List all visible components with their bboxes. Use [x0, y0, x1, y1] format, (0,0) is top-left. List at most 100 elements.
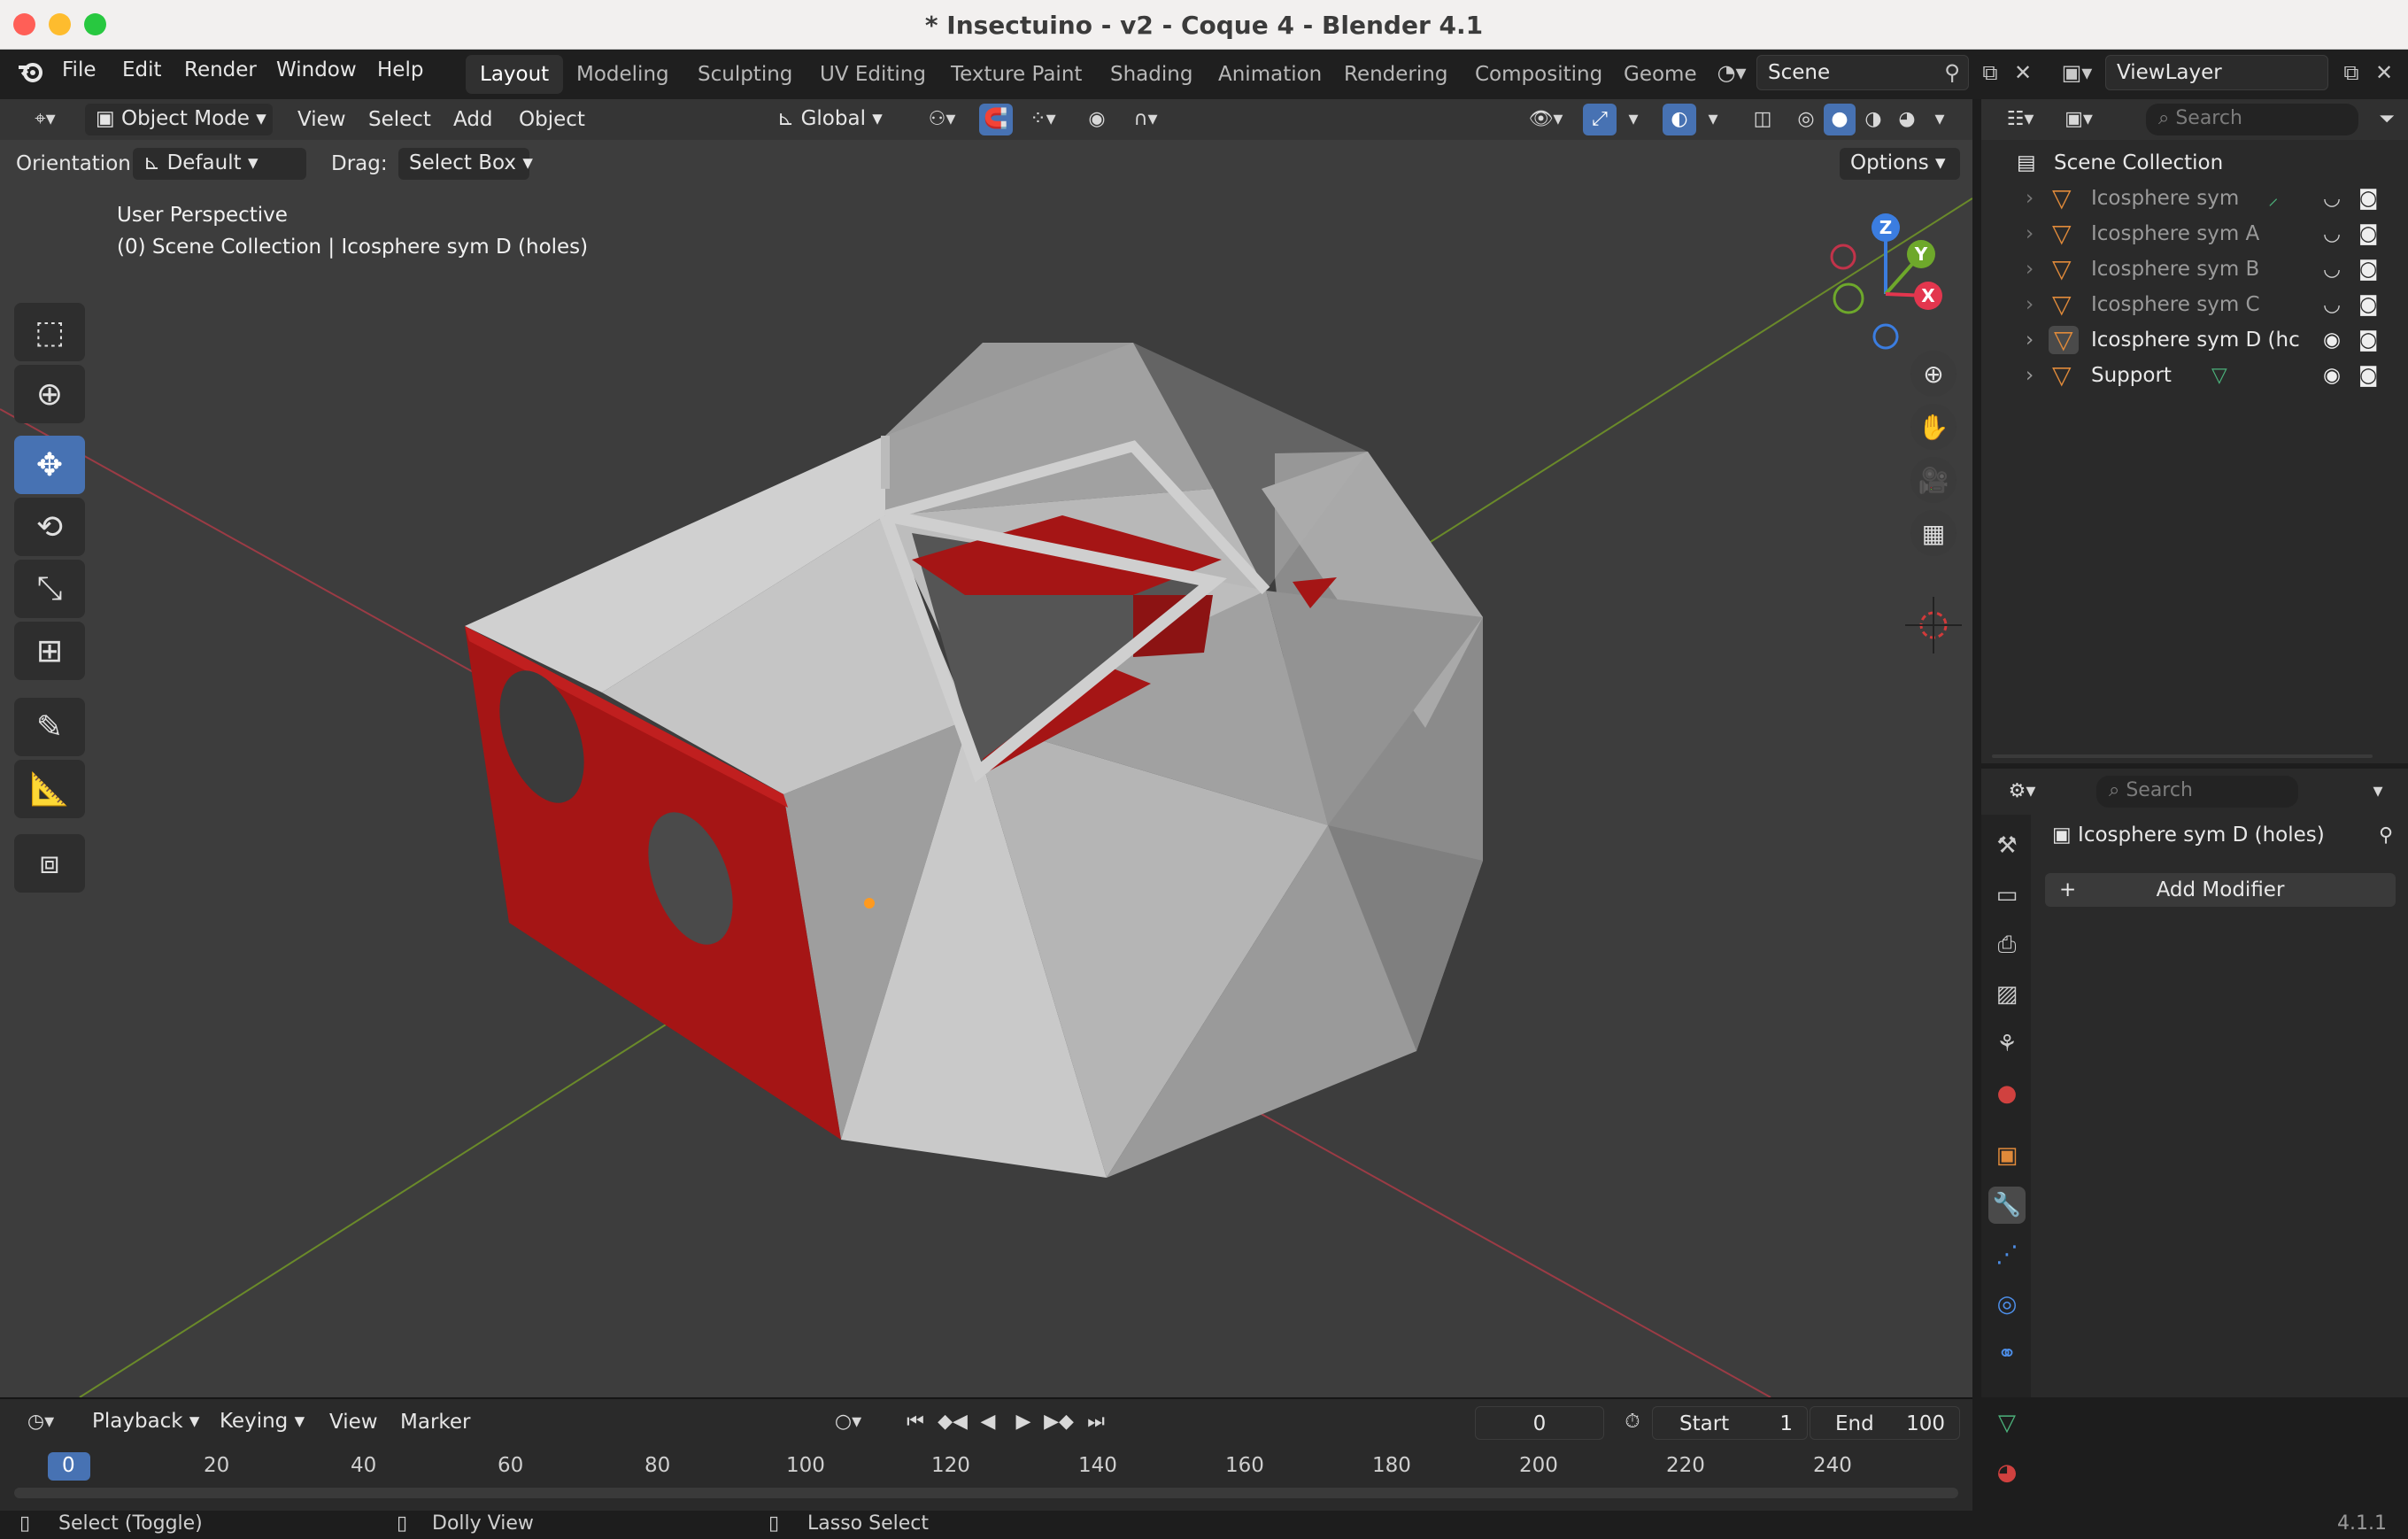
chevron-right-icon[interactable]: ›	[2026, 322, 2034, 358]
physics-tab-icon[interactable]: ◎	[1988, 1286, 2026, 1323]
delete-scene-icon[interactable]: ✕	[2010, 55, 2036, 90]
outliner-item-icosphere-sym[interactable]: › ▽ Icosphere sym ⸝ ◡ ◙	[1981, 181, 2408, 216]
drag-dropdown[interactable]: Select Box ▾	[398, 148, 533, 180]
play-icon[interactable]: ▶	[1007, 1406, 1039, 1438]
render-tab-icon[interactable]: ▭	[1988, 877, 2026, 914]
tab-sculpting[interactable]: Sculpting	[683, 55, 807, 94]
transform-tool-icon[interactable]: ⊞	[14, 622, 85, 680]
object-data-tab-icon[interactable]: ▽	[1988, 1404, 2026, 1442]
chevron-down-icon[interactable]: ▾	[1926, 104, 1953, 135]
viewport-menu-view[interactable]: View	[297, 108, 346, 131]
outliner-search-input[interactable]: ⌕ Search	[2146, 104, 2358, 135]
menu-help[interactable]: Help	[377, 58, 423, 81]
hidden-eye-icon[interactable]: ◡	[2323, 181, 2341, 216]
hidden-eye-icon[interactable]: ◡	[2323, 287, 2341, 322]
chevron-down-icon[interactable]: ▾	[1620, 104, 1647, 135]
particles-tab-icon[interactable]: ⋰	[1988, 1236, 2026, 1273]
camera-render-icon[interactable]: ◙	[2358, 181, 2378, 216]
editor-type-icon[interactable]: ⌖▾	[18, 104, 73, 135]
rendered-shading-icon[interactable]: ◕	[1891, 104, 1923, 135]
outliner-item-icosphere-sym-d[interactable]: › ▽ Icosphere sym D (hc ◉ ◙	[1981, 322, 2408, 358]
camera-render-icon[interactable]: ◙	[2358, 216, 2378, 251]
menu-file[interactable]: File	[62, 58, 96, 81]
properties-search-input[interactable]: ⌕ Search	[2096, 776, 2298, 808]
measure-tool-icon[interactable]: 📐	[14, 760, 85, 818]
3d-viewport[interactable]: ⌖▾ ▣ Object Mode ▾ View Select Add Objec…	[0, 99, 1972, 1397]
mode-dropdown[interactable]: ▣ Object Mode ▾	[85, 104, 273, 135]
tab-geometry-nodes[interactable]: Geome	[1609, 55, 1711, 94]
transform-orientation-dropdown[interactable]: ⊾ Global ▾	[767, 104, 901, 135]
output-tab-icon[interactable]: ⎙	[1988, 926, 2026, 963]
xray-toggle-icon[interactable]: ◫	[1746, 104, 1779, 135]
add-modifier-button[interactable]: + Add Modifier	[2045, 873, 2396, 907]
chevron-right-icon[interactable]: ›	[2026, 251, 2034, 287]
outliner-scene-collection[interactable]: ▤ Scene Collection	[1981, 145, 2408, 181]
outliner-item-icosphere-sym-a[interactable]: › ▽ Icosphere sym A ◡ ◙	[1981, 216, 2408, 251]
timeline-menu-view[interactable]: View	[329, 1411, 378, 1434]
move-tool-icon[interactable]: ✥	[14, 436, 85, 494]
next-keyframe-icon[interactable]: ▶◆	[1041, 1406, 1077, 1438]
delete-view-layer-icon[interactable]: ✕	[2369, 55, 2399, 90]
modifier-tab-icon[interactable]: 🔧	[1988, 1187, 2026, 1224]
eye-icon[interactable]: ◉	[2323, 358, 2341, 393]
outliner-item-support[interactable]: › ▽ Support ▽ ◉ ◙	[1981, 358, 2408, 393]
scene-tab-icon[interactable]: ⚘	[1988, 1025, 2026, 1063]
hidden-eye-icon[interactable]: ◡	[2323, 251, 2341, 287]
navigation-gizmo[interactable]: Z Y X	[1806, 205, 1965, 365]
perspective-toggle-icon[interactable]: ▦	[1910, 510, 1956, 556]
new-scene-icon[interactable]: ⧉	[1972, 55, 2008, 90]
object-tab-icon[interactable]: ▣	[1988, 1137, 2026, 1174]
menu-render[interactable]: Render	[184, 58, 257, 81]
zoom-icon[interactable]: ⊕	[1910, 351, 1956, 397]
overlays-toggle-icon[interactable]: ◐	[1663, 104, 1696, 135]
rotate-tool-icon[interactable]: ⟲	[14, 498, 85, 556]
jump-end-icon[interactable]: ⏭	[1080, 1406, 1112, 1438]
outliner-item-icosphere-sym-b[interactable]: › ▽ Icosphere sym B ◡ ◙	[1981, 251, 2408, 287]
camera-render-icon[interactable]: ◙	[2358, 251, 2378, 287]
tab-shading[interactable]: Shading	[1096, 55, 1207, 94]
wireframe-shading-icon[interactable]: ◎	[1790, 104, 1822, 135]
scene-selector-icon[interactable]: ◔▾	[1709, 55, 1755, 90]
display-mode-icon[interactable]: ▣▾	[2054, 104, 2103, 135]
tab-rendering[interactable]: Rendering	[1330, 55, 1462, 94]
constraints-tab-icon[interactable]: ⚭	[1988, 1335, 2026, 1373]
world-tab-icon[interactable]: ●	[1988, 1075, 2026, 1112]
pan-hand-icon[interactable]: ✋	[1910, 404, 1956, 450]
chevron-right-icon[interactable]: ›	[2026, 216, 2034, 251]
view-layer-name-field[interactable]: ViewLayer	[2105, 55, 2328, 90]
menu-edit[interactable]: Edit	[122, 58, 162, 81]
proportional-editing-icon[interactable]: ◉	[1080, 104, 1114, 135]
scale-tool-icon[interactable]: ⤡	[14, 560, 85, 618]
keying-menu[interactable]: Keying ▾	[209, 1406, 315, 1438]
blender-logo-icon[interactable]	[12, 57, 48, 97]
timeline-editor-type-icon[interactable]: ◷▾	[14, 1406, 67, 1438]
tool-tab-icon[interactable]: ⚒	[1988, 827, 2026, 864]
hidden-eye-icon[interactable]: ◡	[2323, 216, 2341, 251]
gizmo-toggle-icon[interactable]: ⤢	[1583, 104, 1617, 135]
options-dropdown[interactable]: Options ▾	[1840, 148, 1960, 180]
jump-start-icon[interactable]: ⏮	[899, 1406, 931, 1438]
material-shading-icon[interactable]: ◑	[1857, 104, 1889, 135]
outliner-item-icosphere-sym-c[interactable]: › ▽ Icosphere sym C ◡ ◙	[1981, 287, 2408, 322]
tab-compositing[interactable]: Compositing	[1461, 55, 1617, 94]
current-frame-field[interactable]: 0	[1475, 1406, 1604, 1440]
scene-name-field[interactable]: Scene	[1756, 55, 1969, 90]
playback-menu[interactable]: Playback ▾	[81, 1406, 205, 1438]
viewport-menu-object[interactable]: Object	[519, 108, 585, 131]
auto-keying-icon[interactable]: ○▾	[822, 1406, 875, 1438]
chevron-down-icon[interactable]: ▾	[1700, 104, 1726, 135]
tab-layout[interactable]: Layout	[466, 55, 564, 94]
pivot-point-icon[interactable]: ⚇▾	[915, 104, 969, 135]
outliner-scrollbar[interactable]	[1992, 754, 2373, 758]
eye-icon[interactable]: ◉	[2323, 322, 2341, 358]
cursor-tool-icon[interactable]: ⊕	[14, 365, 85, 423]
view-layer-selector-icon[interactable]: ▣▾	[2054, 55, 2100, 90]
camera-render-icon[interactable]: ◙	[2358, 358, 2378, 393]
pin-icon[interactable]: ⚲	[2371, 820, 2401, 852]
start-frame-field[interactable]: Start 1	[1652, 1406, 1808, 1440]
tab-uv-editing[interactable]: UV Editing	[806, 55, 940, 94]
filter-icon[interactable]: ⏷	[2371, 104, 2403, 135]
viewport-menu-add[interactable]: Add	[453, 108, 493, 131]
pin-scene-icon[interactable]: ⚲	[1939, 55, 1965, 90]
camera-view-icon[interactable]: 🎥	[1910, 457, 1956, 503]
